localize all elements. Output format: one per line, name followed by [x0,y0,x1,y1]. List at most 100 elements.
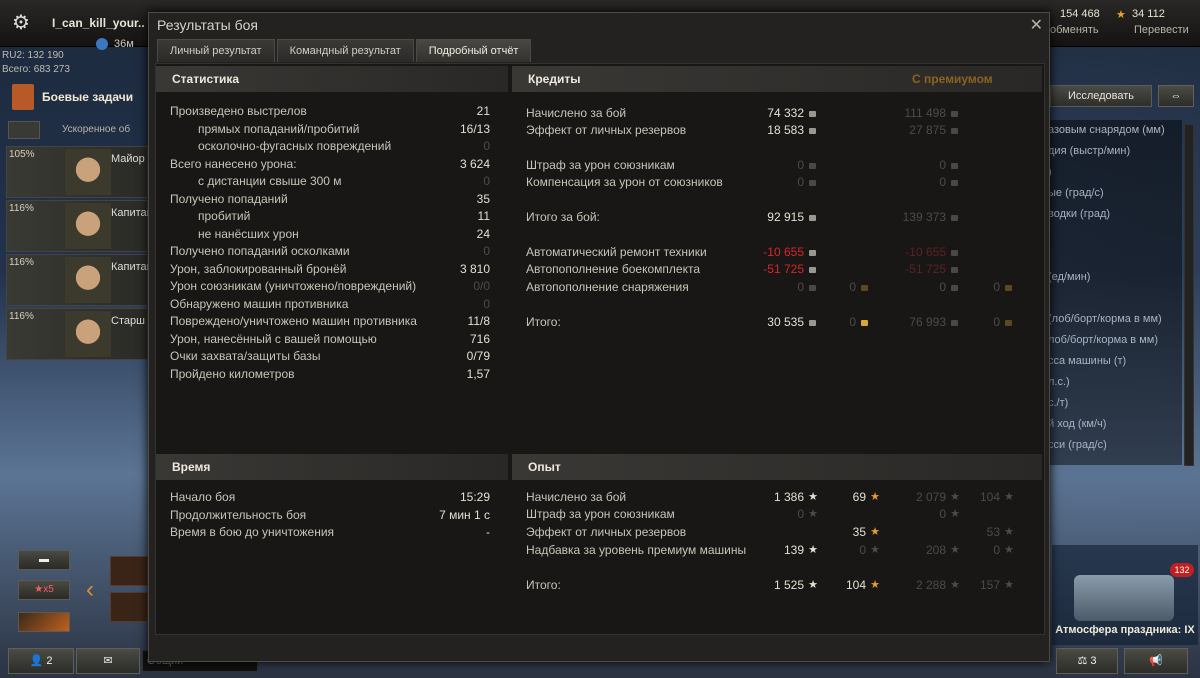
credit-premium-value: 0 [939,158,946,172]
stat-value: 0 [483,296,490,311]
stat-value: 35 [476,191,490,206]
crew-member-card[interactable]: 105% Майор [6,146,148,198]
silver-coin-icon [809,250,816,256]
crew-member-card[interactable]: 116% Капитан [6,254,153,306]
multiplier-label: x5 [43,584,54,595]
stat-row: пробитий 11 [170,209,490,226]
credit-label: Итого за бой: [526,210,600,224]
tab-detailed-report[interactable]: Подробный отчёт [415,39,532,62]
clan-icon [96,38,108,50]
gold-transfer-link[interactable]: Перевести [1134,24,1189,36]
carousel-left-arrow-icon[interactable]: ‹ [86,576,94,604]
stat-label: Всего нанесено урона: [170,156,297,171]
megaphone-icon[interactable]: 📢 [1124,648,1188,674]
platoon-button[interactable]: 👤 2 [8,648,74,674]
time-row: Начало боя 15:29 [170,490,490,507]
xp-star-icon: ★ [950,508,960,520]
time-label: Время в бою до уничтожения [170,525,335,539]
xp-row: Начислено за бой 1 386 ★ 69 ★ 2 079 ★ 104 ★ [526,490,1026,507]
xp-star-icon: ★ [808,508,818,520]
platoon-count: 2 [46,655,53,667]
credit-value: 18 583 [767,123,804,137]
time-row: Время в бою до уничтожения - [170,525,490,542]
credit-value: -51 725 [763,262,804,276]
credit-premium-value: 76 993 [909,315,946,329]
silver-coin-icon [951,111,958,117]
close-icon[interactable]: ✕ [1030,15,1043,35]
free-xp-star-icon: ★ [1004,579,1014,591]
time-value: 15:29 [459,490,490,504]
currency-left-1: RU2: 132 190 [2,50,64,61]
consumable-slot[interactable] [110,592,148,622]
premium-label: С премиумом [912,72,993,86]
xp-row: Эффект от личных резервов 35 ★ 53 ★ [526,525,1026,542]
squad-button[interactable]: ⚖ 3 [1056,648,1118,674]
settings-gear-icon[interactable]: ⚙ [10,12,32,34]
crew-toggle-icon[interactable] [8,121,40,139]
free-xp-star-icon: ★ [870,579,880,591]
stat-row: Пройдено километров 1,57 [170,367,490,384]
silver-coin-icon [809,267,816,273]
stat-label: Урон, заблокированный бронёй [170,261,347,276]
credit-label: Итого: [526,315,561,329]
gold-star-icon: ★ [1116,9,1126,21]
free-xp-star-icon: ★ [870,544,880,556]
param-row: (ед/мин) [1048,271,1091,283]
time-header: Время [156,454,508,480]
credits-header: Кредиты С премиумом [512,66,1042,92]
crew-skill-pct: 105% [9,149,35,160]
dialog-title: Результаты боя [157,17,259,33]
xp-row: Штраф за урон союзникам 0 ★ 0 ★ [526,507,1026,524]
param-row: ые (град/с) [1048,187,1104,199]
crew-member-card[interactable]: 116% Старш [6,308,148,360]
stat-value: 0 [483,244,490,258]
username[interactable]: I_can_kill_your.. [52,16,145,30]
xp-label: Эффект от личных резервов [526,525,687,539]
consumable-slot[interactable] [110,556,148,586]
boost-button[interactable] [18,612,70,632]
stat-row: Урон союзникам (уничтожено/повреждений) 0… [170,279,490,296]
params-scrollbar[interactable] [1184,124,1194,466]
free-xp-value: 35 [852,525,866,539]
multiplier-button[interactable]: ★x5 [18,580,70,600]
battle-results-dialog: Результаты боя ✕ Личный результат Команд… [148,12,1050,662]
silver-coin-icon [951,320,958,326]
accelerated-training-label[interactable]: Ускоренное об [62,124,130,135]
silver-exchange-link[interactable]: обменять [1050,24,1099,36]
credit-label: Эффект от личных резервов [526,123,687,137]
tank-filter-button[interactable]: ▬ [18,550,70,570]
time-value: - [486,525,490,539]
crew-member-card[interactable]: 116% Капитан [6,200,153,252]
xp-star-icon: ★ [808,491,818,503]
credit-value: 30 535 [767,315,804,329]
stat-row: Всего нанесено урона: 3 624 [170,157,490,174]
gold-amount: 34 112 [1132,8,1165,20]
crew-portrait [65,149,111,195]
param-row: водки (град) [1048,208,1111,220]
param-row: ) [1046,162,1182,183]
compare-tank-icon[interactable]: ⇔ [1158,85,1194,107]
tab-team-result[interactable]: Командный результат [276,39,414,62]
crew-skill-pct: 116% [9,311,34,322]
crew-skill-pct: 116% [9,257,34,268]
param-row [1046,246,1182,267]
xp-value: 1 525 [773,578,804,592]
free-xp-star-icon: ★ [1004,544,1014,556]
xp-star-icon: ★ [950,544,960,556]
credit-premium-value: 27 875 [909,123,946,137]
xp-row: Итого: 1 525 ★ 104 ★ 2 288 ★ 157 ★ [526,578,1026,595]
tank-params-list: азовым снарядом (мм) дия (выстр/мин) ) ы… [1046,120,1182,465]
stat-value: 11 [477,209,490,223]
stat-value: 16/13 [459,121,490,136]
gold-coin-icon [861,320,868,326]
silver-coin-icon [951,180,958,186]
tab-personal-result[interactable]: Личный результат [157,39,275,62]
xp-premium-value: 2 079 [915,490,946,504]
silver-coin-icon [809,163,816,169]
xp-star-icon: ★ [808,544,818,556]
xp-premium-value: 208 [925,543,946,557]
research-button[interactable]: Исследовать [1050,85,1152,107]
credit-premium-value: 111 498 [904,106,946,120]
stat-label: Повреждено/уничтожено машин противника [170,314,417,328]
chat-icon[interactable]: ✉ [76,648,140,674]
